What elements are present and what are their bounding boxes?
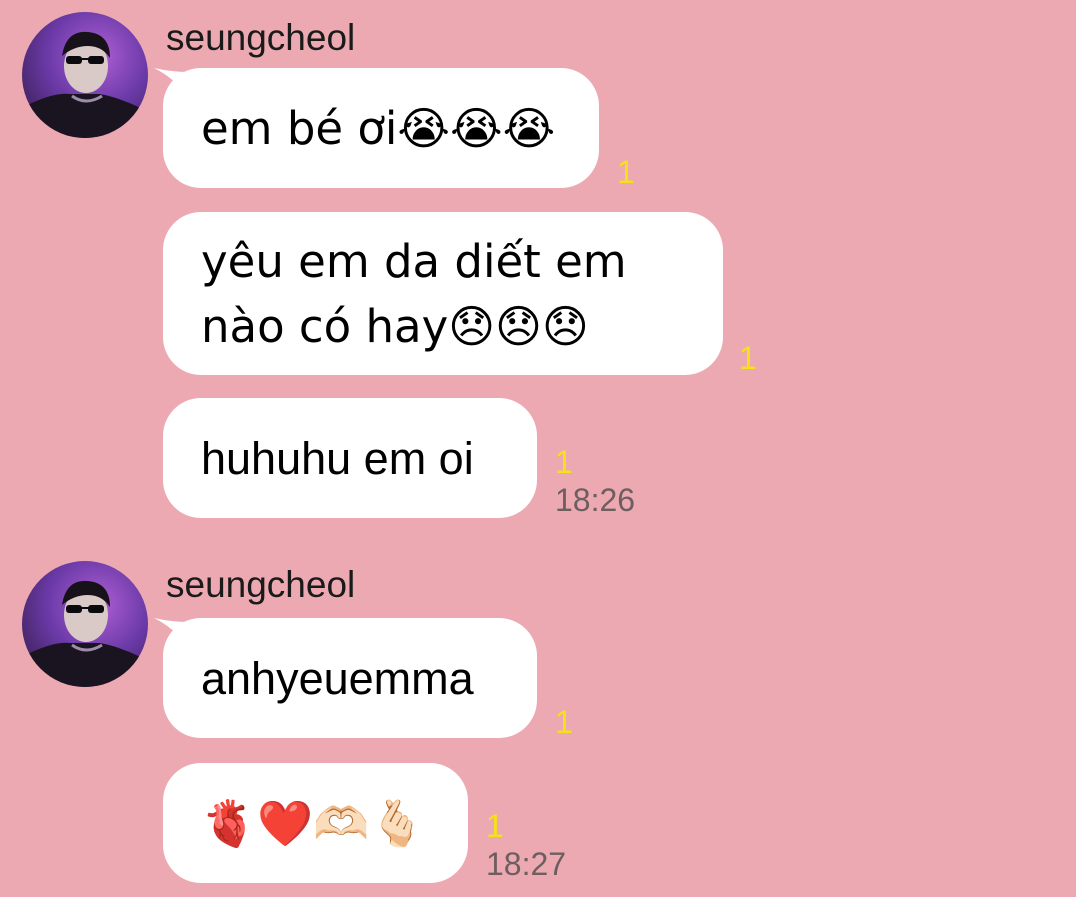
avatar[interactable]	[22, 561, 148, 687]
sender-name: seungcheol	[166, 17, 356, 58]
profile-photo-icon	[22, 31, 148, 138]
unread-count: 1	[555, 704, 573, 740]
message-bubble[interactable]: huhuhu em oi	[163, 398, 537, 518]
message-bubble[interactable]: yêu em da diết em nào có hay😞😞😞	[163, 212, 723, 375]
message-bubble[interactable]: anhyeuemma	[163, 618, 537, 738]
profile-photo-icon	[22, 580, 148, 687]
sender-name: seungcheol	[166, 564, 356, 605]
message-time: 18:26	[555, 482, 636, 518]
avatar[interactable]	[22, 12, 148, 138]
message-text: huhuhu em oi	[201, 432, 474, 484]
message-bubble[interactable]: em bé ơi😭😭😭	[163, 68, 599, 188]
message-text: yêu em da diết em nào có hay😞😞😞	[201, 234, 627, 353]
unread-count: 1	[617, 154, 635, 190]
message-text: em bé ơi😭😭😭	[201, 101, 556, 155]
unread-count: 1	[486, 808, 504, 844]
unread-count: 1	[739, 340, 757, 376]
message-text: anhyeuemma	[201, 652, 474, 704]
message-bubble[interactable]: 🫀❤️🫶🏻🫰🏻	[163, 763, 468, 883]
unread-count: 1	[555, 444, 573, 480]
message-text: 🫀❤️🫶🏻🫰🏻	[201, 796, 426, 850]
message-time: 18:27	[486, 846, 567, 882]
